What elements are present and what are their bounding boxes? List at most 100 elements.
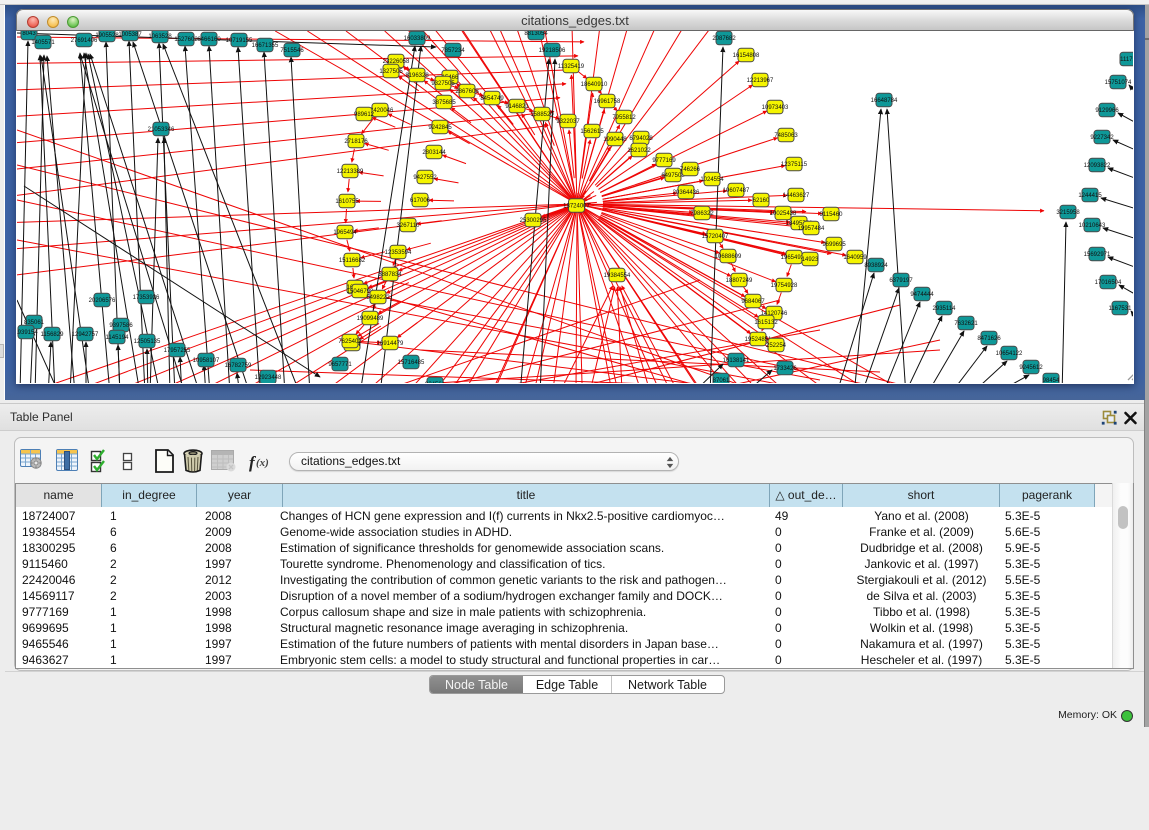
svg-text:18724007: 18724007 [563, 204, 590, 210]
svg-text:9397586: 9397586 [109, 323, 133, 329]
svg-text:6466160: 6466160 [197, 37, 221, 43]
svg-text:12213389: 12213389 [337, 169, 364, 175]
svg-text:9242845: 9242845 [428, 125, 452, 131]
svg-text:9322037: 9322037 [556, 119, 580, 125]
svg-text:7955812: 7955812 [612, 115, 636, 121]
svg-text:16914479: 16914479 [377, 341, 404, 347]
svg-text:10210643: 10210643 [1079, 223, 1106, 229]
svg-text:1733426: 1733426 [773, 366, 797, 372]
svg-text:252254: 252254 [766, 343, 787, 349]
svg-text:2718176: 2718176 [344, 139, 368, 145]
svg-text:16033809: 16033809 [404, 36, 431, 42]
svg-text:12505135: 12505135 [134, 339, 161, 345]
svg-text:1965494: 1965494 [333, 230, 357, 236]
svg-text:9699695: 9699695 [822, 242, 846, 248]
svg-text:1640959: 1640959 [843, 255, 867, 261]
svg-text:16671355: 16671355 [252, 43, 279, 49]
svg-text:1615132: 1615132 [754, 320, 778, 326]
svg-text:1156829: 1156829 [41, 332, 65, 338]
svg-text:1145194: 1145194 [106, 335, 130, 341]
svg-text:7515546: 7515546 [280, 48, 304, 54]
svg-text:1327505: 1327505 [379, 69, 403, 75]
svg-text:1005387: 1005387 [118, 32, 142, 38]
svg-text:7485063: 7485063 [774, 133, 798, 139]
svg-text:18807249: 18807249 [726, 278, 753, 284]
svg-text:9327505: 9327505 [431, 81, 455, 87]
svg-text:10654122: 10654122 [996, 351, 1023, 357]
svg-text:9227342: 9227342 [1090, 135, 1114, 141]
svg-text:1905528: 1905528 [95, 33, 119, 39]
svg-text:17957255: 17957255 [164, 348, 191, 354]
svg-text:19754928: 19754928 [771, 283, 798, 289]
svg-text:8196328: 8196328 [405, 73, 429, 79]
svg-text:27691406: 27691406 [71, 38, 98, 44]
svg-text:617006: 617006 [410, 198, 431, 204]
svg-text:6794028: 6794028 [629, 136, 653, 142]
svg-text:8471626: 8471626 [977, 336, 1001, 342]
svg-text:10958107: 10958107 [193, 358, 220, 364]
svg-text:14463627: 14463627 [783, 193, 810, 199]
svg-text:15692971: 15692971 [1084, 252, 1111, 258]
svg-text:10719155: 10719155 [226, 38, 253, 44]
svg-text:12213967: 12213967 [747, 78, 774, 84]
svg-text:9657771: 9657771 [328, 362, 352, 368]
svg-text:1610755: 1610755 [335, 199, 359, 205]
svg-text:12942757: 12942757 [72, 332, 99, 338]
svg-text:8454749: 8454749 [480, 96, 504, 102]
svg-text:15720407: 15720407 [702, 234, 729, 240]
svg-text:1167531: 1167531 [1109, 306, 1133, 312]
svg-text:2803144: 2803144 [422, 150, 446, 156]
svg-text:9777169: 9777169 [652, 158, 676, 164]
svg-text:3267110: 3267110 [397, 223, 421, 229]
svg-text:16648784: 16648784 [871, 98, 898, 104]
svg-text:7857234: 7857234 [441, 48, 465, 54]
svg-text:15716485: 15716485 [398, 360, 425, 366]
svg-text:10607487: 10607487 [723, 188, 750, 194]
svg-text:8813054: 8813054 [524, 31, 548, 37]
svg-text:20206576: 20206576 [89, 298, 116, 304]
svg-text:19384554: 19384554 [604, 273, 631, 279]
svg-text:1990448: 1990448 [603, 137, 627, 143]
svg-text:12375115: 12375115 [781, 162, 808, 168]
svg-text:1588520: 1588520 [530, 112, 554, 118]
svg-text:1405571: 1405571 [31, 40, 55, 46]
svg-text:16782759: 16782759 [225, 363, 252, 369]
svg-text:9427552: 9427552 [413, 175, 437, 181]
svg-text:7632621: 7632621 [954, 321, 978, 327]
svg-text:17016504: 17016504 [1095, 280, 1122, 286]
svg-text:12353594: 12353594 [385, 250, 412, 256]
svg-text:25300295: 25300295 [520, 218, 547, 224]
svg-text:20364436: 20364436 [673, 190, 700, 196]
svg-text:19218506: 19218506 [539, 48, 566, 54]
svg-text:(x): (x) [256, 457, 269, 469]
svg-text:2935114: 2935114 [933, 306, 957, 312]
svg-text:6379197: 6379197 [889, 278, 913, 284]
svg-text:9146821: 9146821 [505, 104, 529, 110]
svg-text:9129966: 9129966 [1095, 108, 1119, 114]
svg-text:1063528: 1063528 [148, 34, 172, 40]
svg-text:19957484: 19957484 [798, 226, 825, 232]
svg-text:2087682: 2087682 [712, 36, 736, 42]
svg-text:16138141: 16138141 [723, 358, 750, 364]
svg-text:1939154: 1939154 [17, 330, 38, 336]
svg-text:10688609: 10688609 [715, 254, 742, 260]
svg-text:14923: 14923 [802, 257, 819, 263]
svg-text:3875685: 3875685 [432, 100, 456, 106]
svg-text:8938924: 8938924 [864, 263, 888, 269]
svg-text:9245612: 9245612 [1019, 365, 1043, 371]
svg-text:5498222: 5498222 [366, 295, 390, 301]
svg-text:87061: 87061 [713, 378, 730, 383]
svg-text:1024554: 1024554 [700, 177, 724, 183]
svg-text:17353926: 17353926 [133, 295, 160, 301]
svg-text:12923448: 12923448 [255, 375, 282, 381]
svg-text:16961758: 16961758 [594, 99, 621, 105]
svg-text:12093822: 12093822 [1084, 163, 1111, 169]
svg-text:9684067: 9684067 [741, 299, 765, 305]
svg-text:7986322: 7986322 [690, 211, 714, 217]
svg-text:7625402: 7625402 [338, 339, 362, 345]
svg-text:2867608: 2867608 [455, 89, 479, 95]
svg-text:10973403: 10973403 [762, 105, 789, 111]
svg-text:3215958: 3215958 [1056, 210, 1080, 216]
svg-text:21053346: 21053346 [148, 127, 175, 133]
svg-text:8043: 8043 [22, 31, 36, 37]
